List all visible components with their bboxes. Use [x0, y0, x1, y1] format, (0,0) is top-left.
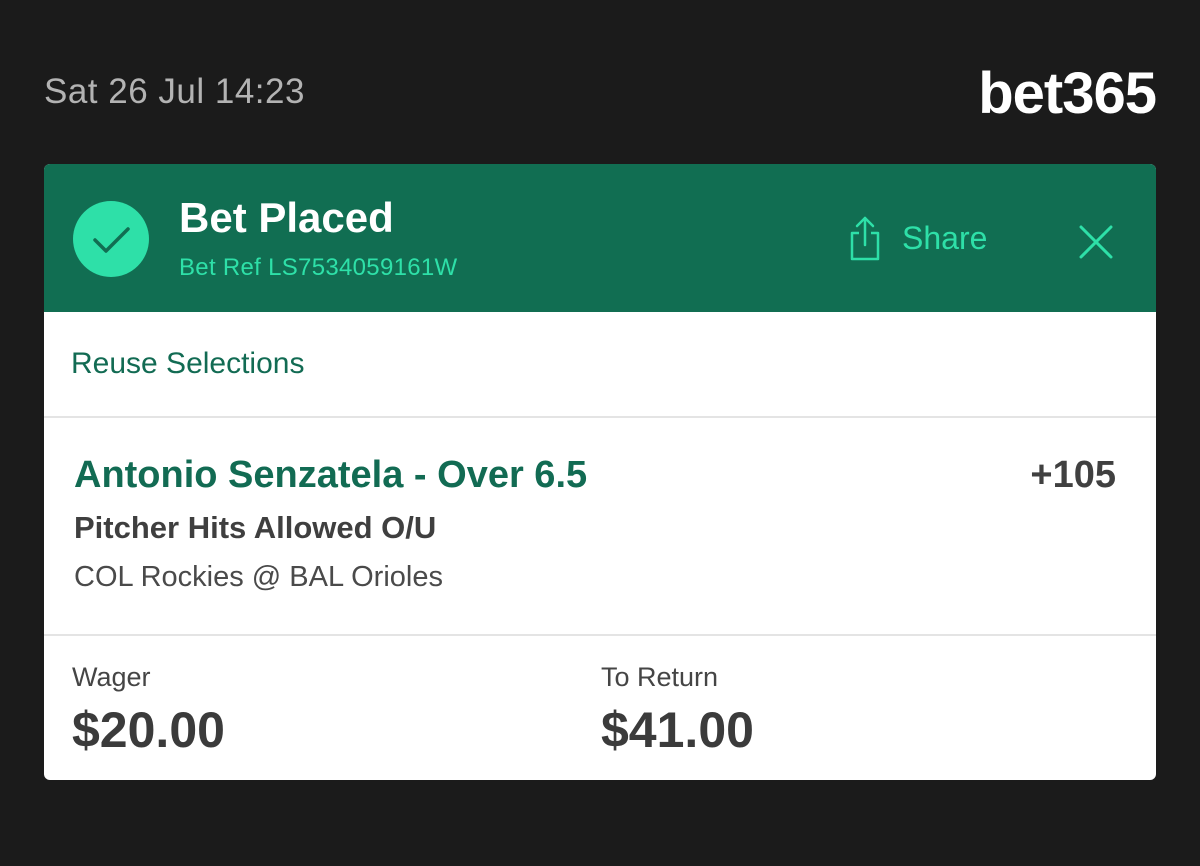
close-button[interactable]	[1074, 220, 1118, 264]
selection-title: Antonio Senzatela - Over 6.5	[74, 454, 588, 496]
bet-selection: Antonio Senzatela - Over 6.5 +105 Pitche…	[44, 418, 1156, 636]
close-icon	[1079, 225, 1113, 259]
brand-logo: bet365	[978, 61, 1157, 126]
wager-block: Wager $20.00	[72, 662, 225, 759]
bet-confirmation-card: Bet Placed Bet Ref LS7534059161W Share R…	[44, 164, 1156, 780]
share-button[interactable]: Share	[848, 212, 987, 264]
return-block: To Return $41.00	[601, 662, 754, 759]
return-label: To Return	[601, 662, 719, 692]
share-icon	[848, 215, 882, 261]
selection-odds: +105	[1030, 454, 1116, 496]
bet-placed-header: Bet Placed Bet Ref LS7534059161W Share	[44, 164, 1156, 312]
timestamp: Sat 26 Jul 14:23	[44, 72, 305, 111]
bet-placed-title: Bet Placed	[179, 194, 394, 241]
share-label: Share	[902, 219, 988, 256]
return-value: $41.00	[601, 702, 754, 758]
selection-market: Pitcher Hits Allowed O/U	[74, 510, 437, 545]
bet-totals: Wager $20.00 To Return $41.00	[44, 636, 1156, 780]
selection-event: COL Rockies @ BAL Orioles	[74, 561, 443, 593]
bet-reference: Bet Ref LS7534059161W	[179, 254, 458, 281]
check-icon	[73, 201, 149, 277]
reuse-selections-row: Reuse Selections	[44, 312, 1156, 418]
screen: Sat 26 Jul 14:23 bet365 Bet Placed Bet R…	[0, 0, 1200, 866]
reuse-selections-link[interactable]: Reuse Selections	[71, 347, 304, 381]
wager-label: Wager	[72, 662, 151, 692]
wager-value: $20.00	[72, 702, 225, 758]
